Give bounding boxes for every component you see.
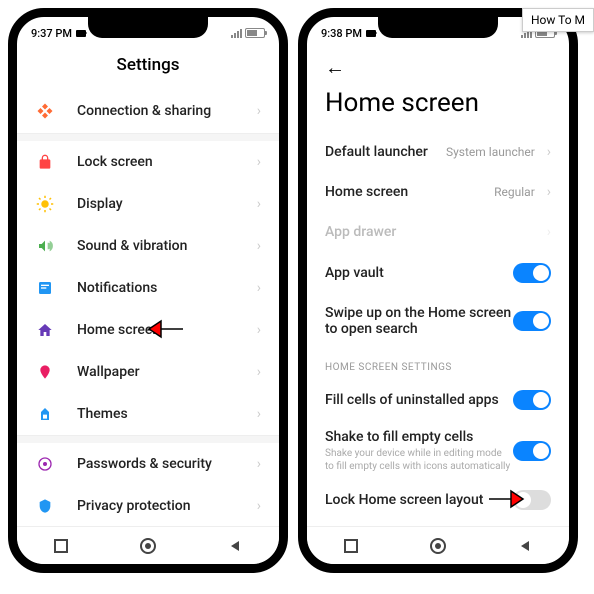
nav-back[interactable] bbox=[226, 537, 244, 555]
connection-icon bbox=[35, 101, 55, 121]
row-launcher[interactable]: Default launcher System launcher › bbox=[307, 132, 569, 172]
page-title: Settings bbox=[17, 45, 279, 89]
toggle-fill[interactable] bbox=[513, 390, 551, 410]
nav-bar bbox=[307, 526, 569, 564]
row-connection[interactable]: Connection & sharing › bbox=[17, 89, 279, 133]
row-drawer: App drawer › bbox=[307, 212, 569, 252]
chevron-icon: › bbox=[249, 196, 261, 212]
row-display[interactable]: Display › bbox=[17, 183, 279, 225]
row-wallpaper[interactable]: Wallpaper › bbox=[17, 351, 279, 393]
row-label: Swipe up on the Home screen to open sear… bbox=[325, 305, 513, 337]
toggle-vault[interactable] bbox=[513, 263, 551, 283]
section-divider bbox=[17, 133, 279, 141]
row-label: Fill cells of uninstalled apps bbox=[325, 392, 513, 408]
camera-icon bbox=[366, 30, 376, 37]
chevron-icon: › bbox=[249, 406, 261, 422]
row-value: Regular bbox=[494, 185, 535, 199]
row-label: Sound & vibration bbox=[77, 238, 249, 254]
passwords-icon bbox=[35, 454, 55, 474]
row-label: Wallpaper bbox=[77, 364, 249, 380]
row-label: Themes bbox=[77, 406, 249, 422]
row-home[interactable]: Home screen › bbox=[17, 309, 279, 351]
row-label: Privacy protection bbox=[77, 498, 249, 514]
chevron-icon: › bbox=[249, 322, 261, 338]
nav-recent[interactable] bbox=[52, 537, 70, 555]
nav-home[interactable] bbox=[139, 537, 157, 555]
row-home-mode[interactable]: Home screen Regular › bbox=[307, 172, 569, 212]
row-lock[interactable]: Lock screen › bbox=[17, 141, 279, 183]
themes-icon bbox=[35, 404, 55, 424]
row-privacy[interactable]: Privacy protection › bbox=[17, 485, 279, 526]
row-label: Passwords & security bbox=[77, 456, 249, 472]
privacy-icon bbox=[35, 496, 55, 516]
row-label: Shake to fill empty cells bbox=[325, 429, 513, 445]
nav-bar bbox=[17, 526, 279, 564]
notifications-icon bbox=[35, 278, 55, 298]
wallpaper-icon bbox=[35, 362, 55, 382]
chevron-icon: › bbox=[539, 184, 551, 200]
status-time: 9:37 PM bbox=[31, 27, 72, 40]
toggle-shake[interactable] bbox=[513, 441, 551, 461]
toggle-lock-layout[interactable] bbox=[513, 490, 551, 510]
chevron-icon: › bbox=[249, 238, 261, 254]
page-title: Home screen bbox=[307, 84, 569, 132]
row-label: App drawer bbox=[325, 224, 539, 240]
row-fill-cells[interactable]: Fill cells of uninstalled apps bbox=[307, 379, 569, 421]
nav-back[interactable] bbox=[516, 537, 534, 555]
row-sound[interactable]: Sound & vibration › bbox=[17, 225, 279, 267]
chevron-icon: › bbox=[249, 364, 261, 380]
chevron-icon: › bbox=[249, 498, 261, 514]
row-shake[interactable]: Shake to fill empty cells Shake your dev… bbox=[307, 421, 569, 479]
row-label: App vault bbox=[325, 265, 513, 281]
toggle-swipe[interactable] bbox=[513, 311, 551, 331]
notch bbox=[88, 16, 208, 38]
chevron-icon: › bbox=[249, 456, 261, 472]
row-label: Lock screen bbox=[77, 154, 249, 170]
sound-icon bbox=[35, 236, 55, 256]
display-icon bbox=[35, 194, 55, 214]
battery-icon bbox=[245, 28, 265, 38]
chevron-icon: › bbox=[249, 154, 261, 170]
row-lock-layout[interactable]: Lock Home screen layout bbox=[307, 479, 569, 521]
row-label: Default launcher bbox=[325, 144, 446, 160]
row-label: Connection & sharing bbox=[77, 103, 249, 119]
notch bbox=[378, 16, 498, 38]
chevron-icon: › bbox=[539, 144, 551, 160]
signal-icon bbox=[231, 29, 242, 38]
section-divider bbox=[17, 435, 279, 443]
row-themes[interactable]: Themes › bbox=[17, 393, 279, 435]
camera-icon bbox=[76, 30, 86, 37]
row-notifications[interactable]: Notifications › bbox=[17, 267, 279, 309]
section-header: HOME SCREEN SETTINGS bbox=[307, 348, 569, 379]
phone-settings: 9:37 PM Settings Connection & sharing › … bbox=[8, 8, 288, 573]
chevron-icon: › bbox=[539, 224, 551, 240]
tooltip-overlay: How To M bbox=[522, 8, 594, 32]
row-label: Lock Home screen layout bbox=[325, 492, 513, 508]
row-label: Home screen bbox=[77, 322, 249, 338]
row-swipe[interactable]: Swipe up on the Home screen to open sear… bbox=[307, 294, 569, 348]
row-subtitle: Shake your device while in editing mode … bbox=[325, 447, 513, 473]
lock-icon bbox=[35, 152, 55, 172]
status-time: 9:38 PM bbox=[321, 27, 362, 40]
row-label: Home screen bbox=[325, 184, 494, 200]
nav-recent[interactable] bbox=[342, 537, 360, 555]
row-label: Notifications bbox=[77, 280, 249, 296]
row-label: Display bbox=[77, 196, 249, 212]
row-vault[interactable]: App vault bbox=[307, 252, 569, 294]
chevron-icon: › bbox=[249, 280, 261, 296]
back-button[interactable]: ← bbox=[307, 45, 569, 84]
row-value: System launcher bbox=[446, 145, 535, 159]
home-icon bbox=[35, 320, 55, 340]
phone-home-screen: 9:38 PM ← Home screen Default launcher S… bbox=[298, 8, 578, 573]
chevron-icon: › bbox=[249, 103, 261, 119]
row-passwords[interactable]: Passwords & security › bbox=[17, 443, 279, 485]
nav-home[interactable] bbox=[429, 537, 447, 555]
